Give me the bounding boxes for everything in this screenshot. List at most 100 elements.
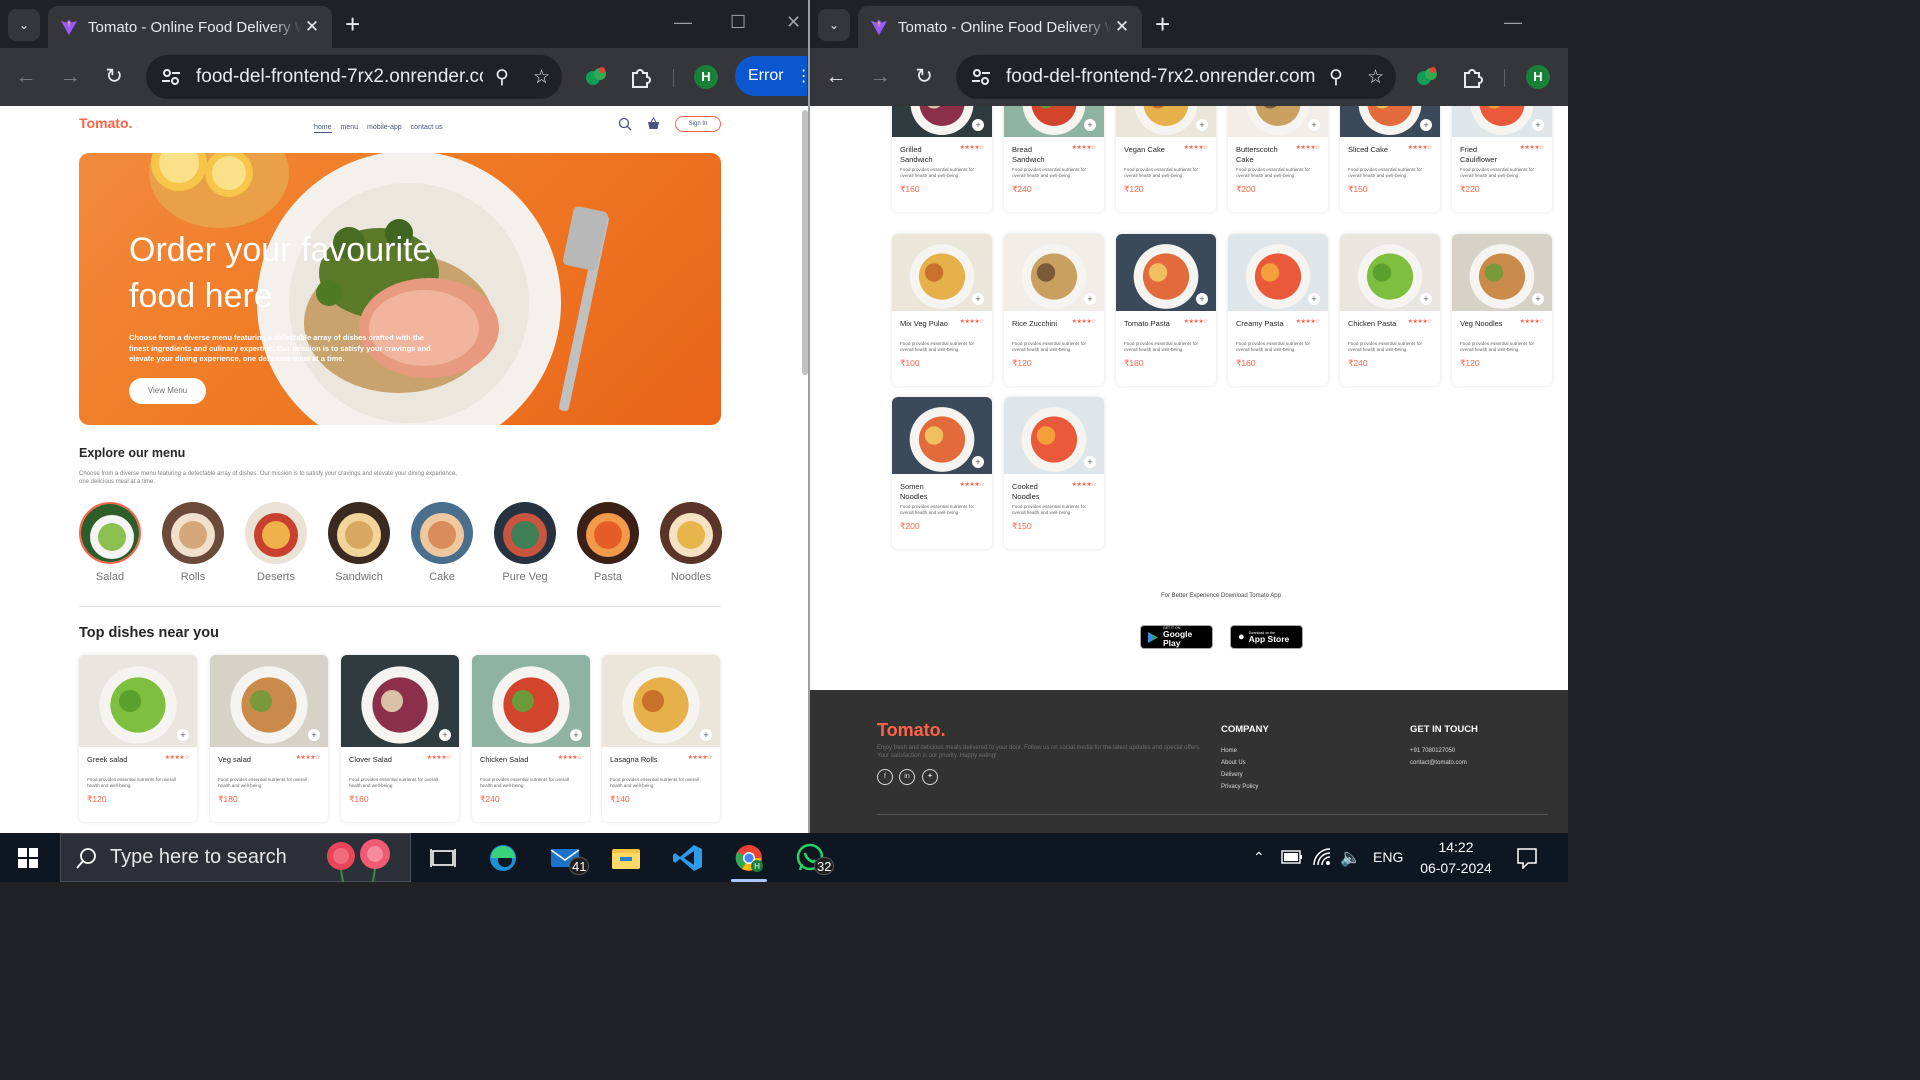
category-image[interactable]: [162, 502, 224, 564]
new-tab-button[interactable]: +: [1155, 10, 1170, 38]
add-to-cart-icon[interactable]: +: [972, 456, 984, 468]
food-card[interactable]: + Butterscotch Cake ★★★★☆ Food provides ess…: [1228, 106, 1328, 212]
food-card[interactable]: + Fried Cauliflower ★★★★☆ Food provides ess…: [1452, 106, 1552, 212]
food-card[interactable]: + Bread Sandwich ★★★★☆ Food provides essent…: [1004, 106, 1104, 212]
forward-icon[interactable]: →: [866, 63, 894, 91]
category-image[interactable]: [411, 502, 473, 564]
linkedin-icon[interactable]: in: [899, 769, 915, 785]
nav-mobile-app[interactable]: mobile-app: [367, 124, 402, 133]
category-image[interactable]: [328, 502, 390, 564]
add-to-cart-icon[interactable]: +: [1420, 119, 1432, 131]
tab-active[interactable]: Tomato - Online Food Delivery Website ✕: [858, 6, 1142, 48]
twitter-icon[interactable]: ✦: [922, 769, 938, 785]
view-menu-button[interactable]: View Menu: [129, 378, 206, 404]
category-item[interactable]: Cake: [411, 502, 473, 583]
food-card[interactable]: + Chicken Salad ★★★★☆ Food provides essenti…: [472, 655, 590, 822]
url-text[interactable]: food-del-frontend-7rx2.onrender.co...: [196, 66, 483, 88]
category-image[interactable]: [79, 502, 141, 564]
add-to-cart-icon[interactable]: +: [308, 729, 320, 741]
add-to-cart-icon[interactable]: +: [1084, 456, 1096, 468]
footer-link-privacy[interactable]: Privacy Policy: [1221, 784, 1258, 790]
food-card[interactable]: + Mix Veg Pulao ★★★★☆ Food provides essenti…: [892, 234, 992, 386]
url-text[interactable]: food-del-frontend-7rx2.onrender.com: [1006, 66, 1317, 88]
profile-avatar[interactable]: H: [694, 65, 718, 89]
add-to-cart-icon[interactable]: +: [1084, 293, 1096, 305]
forward-icon[interactable]: →: [56, 63, 84, 91]
google-play-button[interactable]: GET IT ON Google Play: [1140, 625, 1213, 649]
wifi-icon[interactable]: [1312, 847, 1332, 867]
maximize-icon[interactable]: ☐: [730, 12, 746, 33]
add-to-cart-icon[interactable]: +: [1532, 119, 1544, 131]
close-tab-icon[interactable]: ✕: [302, 17, 322, 37]
food-card[interactable]: + Chicken Pasta ★★★★☆ Food provides essenti…: [1340, 234, 1440, 386]
food-card[interactable]: + Tomato Pasta ★★★★☆ Food provides essentia…: [1116, 234, 1216, 386]
category-item[interactable]: Noodles: [660, 502, 722, 583]
facebook-icon[interactable]: f: [877, 769, 893, 785]
food-card[interactable]: + Clover Salad ★★★★☆ Food provides essentia…: [341, 655, 459, 822]
file-explorer-icon[interactable]: [610, 843, 642, 873]
extensions-puzzle-icon[interactable]: [1460, 64, 1486, 90]
extensions-puzzle-icon[interactable]: [628, 64, 654, 90]
add-to-cart-icon[interactable]: +: [439, 729, 451, 741]
app-store-button[interactable]: ● Download on the App Store: [1230, 625, 1303, 649]
back-icon[interactable]: ←: [12, 63, 40, 91]
battery-icon[interactable]: [1281, 850, 1303, 864]
add-to-cart-icon[interactable]: +: [1084, 119, 1096, 131]
category-image[interactable]: [245, 502, 307, 564]
add-to-cart-icon[interactable]: +: [570, 729, 582, 741]
food-card[interactable]: + Veg Noodles ★★★★☆ Food provides essential…: [1452, 234, 1552, 386]
add-to-cart-icon[interactable]: +: [1532, 293, 1544, 305]
basket-icon[interactable]: [647, 117, 660, 130]
error-button[interactable]: Error ⋮: [735, 56, 808, 96]
food-card[interactable]: + Somen Noodles ★★★★☆ Food provides essenti…: [892, 397, 992, 549]
food-card[interactable]: + Cooked Noodles ★★★★☆ Food provides essent…: [1004, 397, 1104, 549]
clock[interactable]: 14:22 06-07-2024: [1412, 837, 1500, 879]
bookmark-star-icon[interactable]: ☆: [1367, 66, 1384, 89]
extension-icon[interactable]: [583, 64, 609, 90]
chrome-icon[interactable]: H: [733, 843, 765, 873]
profile-avatar[interactable]: H: [1526, 65, 1550, 89]
task-view-icon[interactable]: [427, 843, 459, 873]
category-image[interactable]: [577, 502, 639, 564]
nav-contact-us[interactable]: contact us: [411, 124, 443, 133]
bookmark-star-icon[interactable]: ☆: [533, 66, 550, 89]
food-card[interactable]: + Vegan Cake ★★★★☆ Food provides essential …: [1116, 106, 1216, 212]
add-to-cart-icon[interactable]: +: [1308, 119, 1320, 131]
footer-link-about[interactable]: About Us: [1221, 760, 1246, 766]
new-tab-button[interactable]: +: [345, 10, 360, 38]
category-item[interactable]: Sandwich: [328, 502, 390, 583]
notifications-icon[interactable]: [1516, 847, 1538, 869]
language-indicator[interactable]: ENG: [1373, 833, 1403, 882]
food-card[interactable]: + Sliced Cake ★★★★☆ Food provides essential…: [1340, 106, 1440, 212]
nav-menu[interactable]: menu: [341, 124, 359, 133]
add-to-cart-icon[interactable]: +: [972, 293, 984, 305]
address-bar[interactable]: food-del-frontend-7rx2.onrender.com ⚲ ☆: [956, 55, 1396, 99]
close-tab-icon[interactable]: ✕: [1112, 17, 1132, 37]
category-image[interactable]: [494, 502, 556, 564]
food-card[interactable]: + Greek salad ★★★★☆ Food provides essential…: [79, 655, 197, 822]
tab-search-button[interactable]: ⌄: [8, 9, 40, 41]
tab-active[interactable]: Tomato - Online Food Delivery Website ✕: [48, 6, 332, 48]
category-item[interactable]: Deserts: [245, 502, 307, 583]
show-hidden-icons-icon[interactable]: ⌃: [1253, 833, 1265, 882]
food-card[interactable]: + Grilled Sandwich ★★★★☆ Food provides esse…: [892, 106, 992, 212]
add-to-cart-icon[interactable]: +: [700, 729, 712, 741]
site-logo[interactable]: Tomato.: [79, 115, 132, 131]
windows-start-icon[interactable]: [18, 848, 38, 868]
close-window-icon[interactable]: ✕: [786, 12, 801, 33]
site-settings-icon[interactable]: [160, 66, 182, 88]
site-settings-icon[interactable]: [970, 66, 992, 88]
footer-link-home[interactable]: Home: [1221, 748, 1237, 754]
add-to-cart-icon[interactable]: +: [1196, 119, 1208, 131]
sign-in-button[interactable]: Sign In: [675, 116, 721, 132]
minimize-icon[interactable]: —: [1504, 12, 1522, 33]
category-item[interactable]: Rolls: [162, 502, 224, 583]
add-to-cart-icon[interactable]: +: [972, 119, 984, 131]
edge-icon[interactable]: [487, 843, 519, 873]
reload-icon[interactable]: ↻: [100, 63, 128, 91]
add-to-cart-icon[interactable]: +: [177, 729, 189, 741]
category-item[interactable]: Salad: [79, 502, 141, 583]
add-to-cart-icon[interactable]: +: [1308, 293, 1320, 305]
extension-icon[interactable]: [1414, 64, 1440, 90]
food-card[interactable]: + Lasagna Rolls ★★★★☆ Food provides essenti…: [602, 655, 720, 822]
